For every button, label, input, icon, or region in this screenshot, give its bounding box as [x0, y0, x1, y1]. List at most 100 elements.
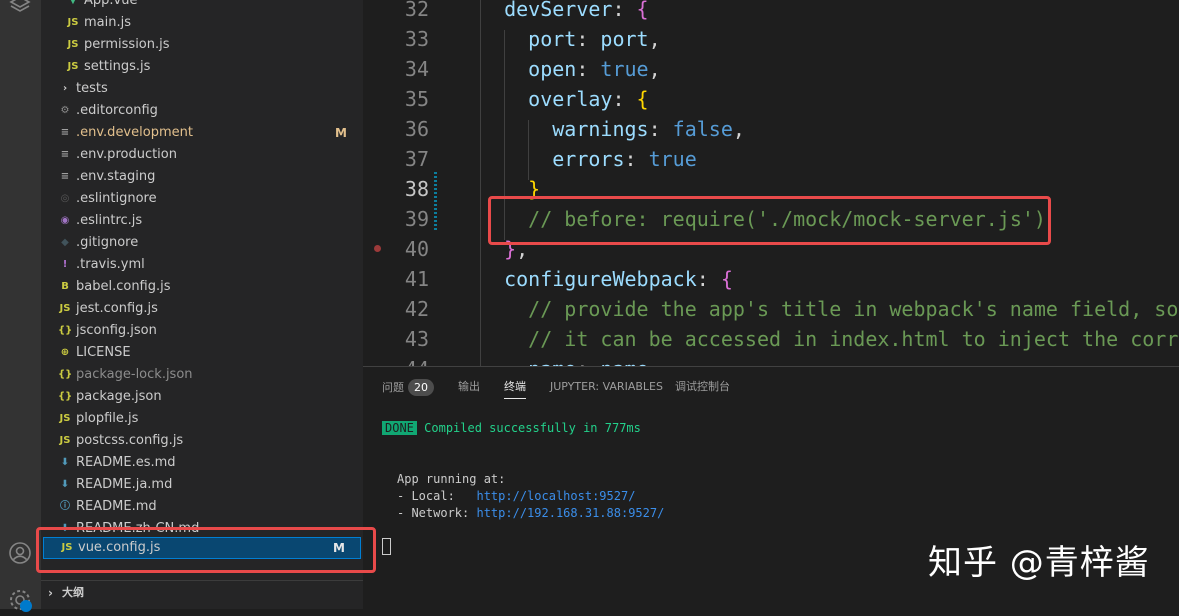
line-number: 32	[404, 0, 429, 21]
explorer-item-label: .env.production	[76, 147, 177, 162]
explorer-item[interactable]: {} jsconfig.json	[41, 320, 363, 342]
code-line: 41 configureWebpack: {	[363, 264, 1179, 294]
panel-tab[interactable]: 问题 20	[382, 379, 434, 396]
code-token: // provide the app's title in webpack's …	[480, 297, 1179, 321]
local-url-link[interactable]: http://localhost:9527/	[476, 489, 635, 503]
code-token: :	[576, 357, 600, 366]
code-token: ,	[648, 27, 661, 51]
code-token: name	[480, 357, 576, 366]
explorer-item[interactable]: ◆ .gitignore	[41, 232, 363, 254]
explorer-item-label: README.es.md	[76, 455, 176, 470]
chevron-right-icon: ›	[62, 83, 68, 94]
code-text: name: name,	[480, 354, 660, 366]
git-modified-badge: M	[335, 126, 347, 140]
explorer-item[interactable]: JS jest.config.js	[41, 298, 363, 320]
eslint-icon: ◎	[60, 193, 70, 204]
json-icon: {}	[58, 325, 73, 336]
js-file-icon: JS	[67, 17, 79, 28]
explorer-item[interactable]: {} package.json	[41, 386, 363, 408]
outline-section-header[interactable]: › 大纲	[41, 580, 363, 609]
code-token: name	[600, 357, 648, 366]
watermark-text: 知乎 @青梓酱	[928, 543, 1150, 583]
code-text: overlay: {	[480, 84, 648, 114]
code-line: 33 port: port,	[363, 24, 1179, 54]
code-token: :	[612, 0, 637, 21]
lines-icon: ≡	[60, 127, 70, 138]
code-text: // provide the app's title in webpack's …	[480, 294, 1179, 324]
terminal-network-line: - Network: http://192.168.31.88:9527/	[397, 505, 664, 522]
highlight-box-mock-line	[488, 196, 1051, 245]
panel-tab-label: 输出	[458, 380, 480, 393]
explorer-item-label: .env.development	[76, 125, 193, 140]
code-editor[interactable]: 32 devServer: {33 port: port, 34 open: tr…	[363, 0, 1179, 366]
explorer-item-label: .eslintignore	[76, 191, 157, 206]
explorer-item-label: tests	[76, 81, 108, 96]
code-token: :	[576, 57, 601, 81]
explorer-item[interactable]: ≡ .env.production	[41, 144, 363, 166]
code-token: port	[600, 27, 649, 51]
explorer-item-label: .env.staging	[76, 169, 156, 184]
explorer-item[interactable]: ⚙ .editorconfig	[41, 100, 363, 122]
code-token: {	[720, 267, 733, 291]
explorer-item[interactable]: JS plopfile.js	[41, 408, 363, 430]
explorer-item[interactable]: JS main.js	[41, 12, 363, 34]
explorer-item-label: package-lock.json	[76, 367, 193, 382]
code-token: :	[624, 147, 649, 171]
line-number: 44	[363, 354, 429, 366]
license-icon: ⊕	[60, 347, 70, 358]
line-number: 36	[404, 117, 429, 141]
extensions-icon[interactable]	[8, 0, 32, 18]
explorer-item-label: .travis.yml	[76, 257, 145, 272]
panel-tab[interactable]: 调试控制台	[675, 379, 730, 395]
explorer-item-label: App.vue	[84, 0, 138, 8]
explorer-item[interactable]: ◉ .eslintrc.js	[41, 210, 363, 232]
line-number: 43	[404, 327, 429, 351]
code-text: warnings: false,	[480, 114, 745, 144]
code-line: 37 errors: true	[363, 144, 1179, 174]
git-icon: ◆	[61, 237, 69, 248]
explorer-item[interactable]: {} package-lock.json	[41, 364, 363, 386]
explorer-item[interactable]: ◎ .eslintignore	[41, 188, 363, 210]
explorer-item[interactable]: JS permission.js	[41, 34, 363, 56]
explorer-item[interactable]: ⬇ README.es.md	[41, 452, 363, 474]
explorer-item-label: .gitignore	[76, 235, 139, 250]
explorer-item[interactable]: ≡ .env.staging	[41, 166, 363, 188]
gear-icon[interactable]	[8, 588, 32, 612]
account-icon[interactable]	[8, 541, 32, 565]
panel-tab[interactable]: JUPYTER: VARIABLES	[550, 379, 663, 395]
explorer-item[interactable]: ≡ .env.development M	[41, 122, 363, 144]
explorer-item[interactable]: ! .travis.yml	[41, 254, 363, 276]
explorer-item-label: README.ja.md	[76, 477, 173, 492]
compiled-text: Compiled successfully in 777ms	[424, 421, 641, 435]
explorer-item[interactable]: JS postcss.config.js	[41, 430, 363, 452]
code-token: overlay	[480, 87, 613, 111]
panel-tab[interactable]: 终端	[504, 379, 526, 399]
network-url-link[interactable]: http://192.168.31.88:9527/	[476, 506, 664, 520]
panel-tab-label: 调试控制台	[675, 380, 730, 393]
code-text: configureWebpack: {	[480, 264, 733, 294]
network-label: - Network:	[397, 506, 477, 520]
code-text: devServer: {	[480, 0, 649, 24]
explorer-item[interactable]: ⊕ LICENSE	[41, 342, 363, 364]
terminal-done-line: DONE Compiled successfully in 777ms	[382, 420, 641, 437]
panel-tab[interactable]: 输出	[458, 379, 480, 395]
terminal-cursor[interactable]	[382, 538, 391, 555]
explorer-item[interactable]: ⬇ README.ja.md	[41, 474, 363, 496]
code-token: :	[576, 27, 601, 51]
explorer-item-label: babel.config.js	[76, 279, 171, 294]
explorer-item[interactable]: JS settings.js	[41, 56, 363, 78]
line-number: 42	[404, 297, 429, 321]
explorer-item[interactable]: ⓘ README.md	[41, 496, 363, 518]
explorer-item[interactable]: Bbabel.config.js	[41, 276, 363, 298]
explorer-sidebar: ▼ App.vue JS main.js JS permission.js JS settin…	[41, 0, 363, 609]
code-text: port: port,	[480, 24, 661, 54]
line-number: 38	[404, 177, 429, 201]
explorer-item[interactable]: ▼ App.vue	[41, 0, 363, 12]
explorer-item[interactable]: › tests	[41, 78, 363, 100]
code-line: 35 overlay: {	[363, 84, 1179, 114]
code-token: ,	[648, 57, 661, 81]
line-number: 37	[404, 147, 429, 171]
code-token: errors	[480, 147, 625, 171]
json-icon: {}	[58, 369, 73, 380]
code-token: warnings	[480, 117, 649, 141]
